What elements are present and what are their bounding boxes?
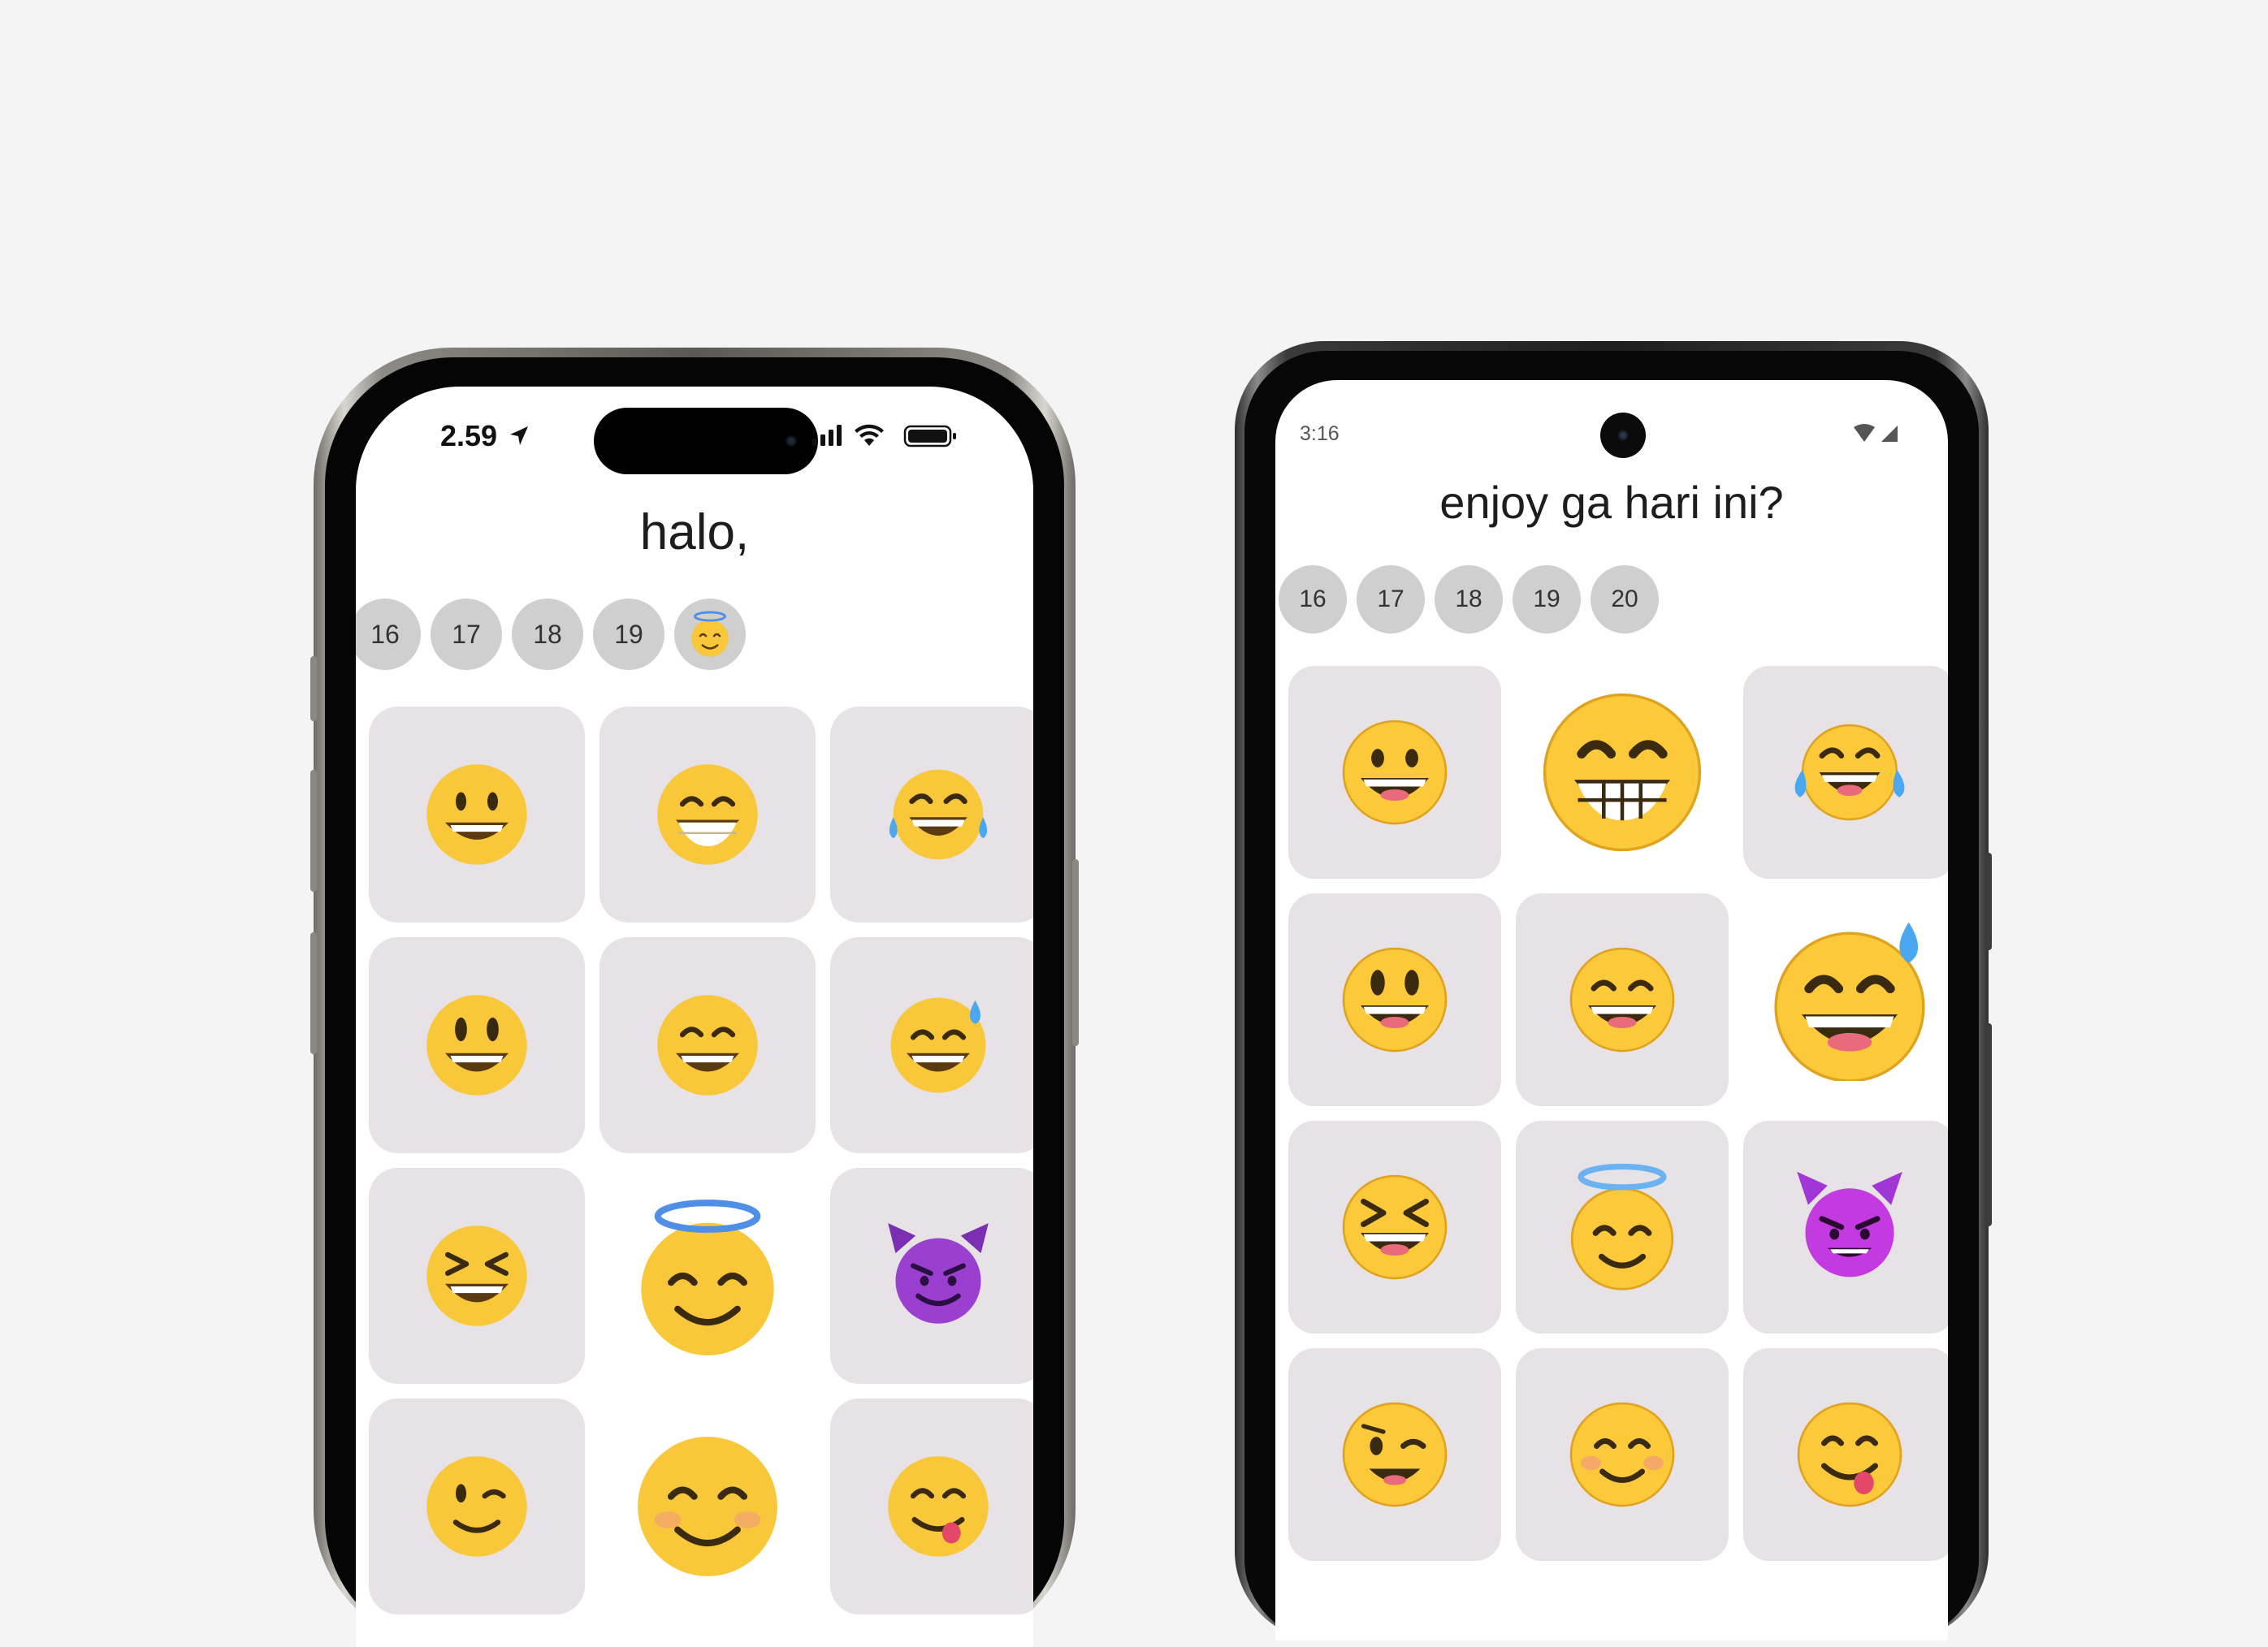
status-time-text: 2.59 [440,419,498,452]
emoji-option-grinning-face[interactable] [369,707,585,923]
day-16[interactable]: 16 [1279,565,1347,633]
emoji-option-smiling-eyes[interactable] [1516,1348,1729,1561]
iphone-screen: 2.59 halo, 16 17 18 19 [356,387,1033,1647]
emoji-option-grinning-sweat[interactable] [830,937,1033,1153]
action-button [310,656,317,721]
day-20[interactable]: 20 [1591,565,1659,633]
grinning-face-with-smiling-eyes-icon [1569,947,1675,1053]
android-bezel: 3:16 enjoy ga hari ini? 16 17 18 19 20 [1244,351,1979,1641]
emoji-option-grinning-sweat[interactable] [1743,893,1948,1106]
cellular-signal-icon [1881,426,1898,442]
dynamic-island [594,408,818,474]
grinning-face-with-sweat-icon [1774,922,1925,1081]
greeting-title: halo, [639,504,750,560]
day-18[interactable]: 18 [1435,565,1503,633]
smiling-face-with-horns-icon [888,1223,989,1324]
day-today-halo[interactable] [674,599,746,670]
grinning-face-icon [426,764,527,865]
emoji-option-winking[interactable] [1288,1348,1501,1561]
smiling-face-with-smiling-eyes-icon [638,1437,777,1576]
grinning-face-with-big-eyes-icon [1342,947,1448,1053]
grinning-face-with-big-eyes-icon [426,995,527,1096]
question-title: enjoy ga hari ini? [1439,477,1784,528]
power-button [1072,859,1079,1046]
winking-face-icon [1342,1402,1448,1507]
winking-face-icon [426,1456,527,1557]
smiling-face-with-horns-icon [1797,1171,1902,1277]
emoji-option-savoring-food[interactable] [1743,1348,1948,1561]
smiling-face-with-smiling-eyes-icon [1569,1402,1675,1507]
day-19[interactable]: 19 [593,599,664,670]
emoji-option-tears-of-joy[interactable] [1743,666,1948,879]
power-button [1985,853,1992,950]
iphone-bezel: 2.59 halo, 16 17 18 19 [325,357,1064,1647]
day-16[interactable]: 16 [356,599,421,670]
smiling-face-with-halo-icon [641,1200,774,1355]
emoji-option-grinning-big-eyes[interactable] [369,937,585,1153]
battery-icon [903,425,956,447]
face-savoring-food-icon [888,1456,989,1557]
emoji-option-grinning-squinting[interactable] [369,1168,585,1384]
emoji-option-beaming-face[interactable] [599,707,816,923]
status-time: 2.59 [440,419,531,453]
emoji-option-smiling-eyes[interactable] [599,1398,816,1615]
grinning-face-with-smiling-eyes-icon [657,995,758,1096]
emoji-option-beaming-face-selected[interactable] [1516,666,1729,879]
wifi-icon [1854,424,1875,442]
beaming-face-with-smiling-eyes-icon [657,764,758,865]
emoji-option-winking[interactable] [369,1398,585,1615]
face-with-tears-of-joy-icon [1794,724,1905,821]
android-device: 3:16 enjoy ga hari ini? 16 17 18 19 20 [1235,341,1992,1641]
smiling-face-with-halo-icon [691,611,729,657]
front-camera-icon [1600,413,1646,458]
emoji-option-halo[interactable] [1516,1121,1729,1334]
emoji-option-savoring-food[interactable] [830,1398,1033,1615]
grinning-squinting-face-icon [426,1226,527,1326]
smiling-face-with-halo-icon [1570,1163,1674,1290]
face-with-tears-of-joy-icon [889,769,988,860]
grinning-face-icon [1342,720,1448,825]
volume-up-button [310,770,317,892]
location-arrow-icon [510,426,529,445]
face-savoring-food-icon [1797,1402,1902,1507]
day-17[interactable]: 17 [1357,565,1425,633]
grinning-face-with-sweat-icon [890,997,986,1093]
day-18[interactable]: 18 [512,599,583,670]
volume-button [1985,1023,1992,1226]
emoji-option-tears-of-joy[interactable] [830,707,1033,923]
emoji-option-smiling-horns[interactable] [1743,1121,1948,1334]
emoji-option-halo-selected[interactable] [599,1168,816,1384]
status-time: 3:16 [1300,422,1340,445]
iphone-device: 2.59 halo, 16 17 18 19 [310,348,1079,1647]
day-17[interactable]: 17 [431,599,502,670]
android-status-icons [1854,424,1898,442]
emoji-option-grinning-squinting[interactable] [1288,1121,1501,1334]
emoji-option-grinning-big-eyes[interactable] [1288,893,1501,1106]
grinning-squinting-face-icon [1342,1174,1448,1280]
emoji-option-grinning-smiling-eyes[interactable] [599,937,816,1153]
cellular-signal-icon [812,425,842,446]
ios-status-icons [812,424,956,447]
volume-down-button [310,932,317,1054]
beaming-face-with-smiling-eyes-icon [1543,693,1702,852]
camera-icon [786,435,797,447]
emoji-option-grinning-face[interactable] [1288,666,1501,879]
emoji-option-smiling-horns[interactable] [830,1168,1033,1384]
day-19[interactable]: 19 [1513,565,1581,633]
android-screen: 3:16 enjoy ga hari ini? 16 17 18 19 20 [1275,380,1948,1641]
emoji-option-grinning-smiling-eyes[interactable] [1516,893,1729,1106]
wifi-icon [855,424,884,446]
